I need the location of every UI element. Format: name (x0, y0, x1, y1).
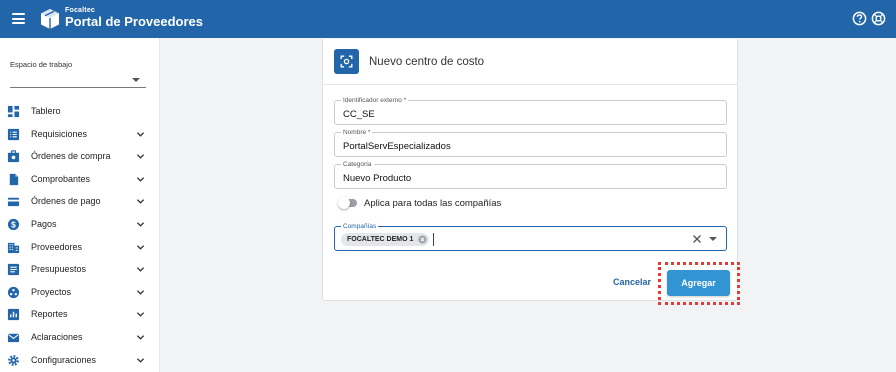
sidebar-item-label: Comprobantes (31, 173, 91, 184)
external-id-label: Identificador externo * (341, 97, 409, 105)
sidebar-item-label: Órdenes de compra (31, 151, 111, 162)
sidebar: Espacio de trabajo Tablero Requisiciones… (0, 38, 160, 372)
scan-focus-icon (334, 49, 359, 74)
support-icon[interactable] (871, 11, 886, 26)
card-header: Nuevo centro de costo (323, 39, 737, 85)
sidebar-item-label: Proyectos (31, 286, 72, 297)
external-id-value: CC_SE (343, 109, 375, 120)
dashboard-icon (7, 105, 20, 118)
chevron-down-icon (136, 357, 145, 363)
projects-icon (7, 286, 20, 298)
help-icon[interactable] (852, 11, 867, 26)
reports-icon (7, 309, 20, 321)
sidebar-item-label: Pagos (31, 218, 57, 229)
sidebar-item-ordenes-pago[interactable]: Órdenes de pago (0, 190, 160, 213)
brand-subtitle: Focaltec (65, 7, 95, 14)
workspace-label: Espacio de trabajo (10, 60, 73, 69)
gear-icon (8, 354, 19, 366)
external-id-field[interactable]: Identificador externo * CC_SE (334, 97, 727, 125)
chevron-down-icon (136, 267, 145, 272)
text-cursor (433, 233, 434, 246)
menu-icon[interactable] (12, 13, 25, 24)
dollar-icon: $ (7, 218, 20, 231)
sidebar-item-label: Tablero (31, 106, 61, 116)
sidebar-item-ordenes-compra[interactable]: Órdenes de compra (0, 145, 160, 168)
chip-remove-icon[interactable] (418, 235, 427, 244)
company-chip-label: FOCALTEC DEMO 1 (347, 236, 414, 243)
top-bar: Focaltec Portal de Proveedores (0, 0, 896, 38)
name-label: Nombre * (341, 129, 373, 137)
sidebar-item-requisiciones[interactable]: Requisiciones (0, 123, 160, 146)
category-label: Categoría (341, 161, 374, 169)
chevron-down-icon (136, 222, 145, 227)
sidebar-item-aclaraciones[interactable]: Aclaraciones (0, 326, 160, 349)
logo-icon (41, 9, 59, 29)
budget-icon (7, 264, 20, 276)
sidebar-item-label: Reportes (31, 309, 68, 320)
sidebar-item-reportes[interactable]: Reportes (0, 303, 160, 326)
category-value: Nuevo Producto (343, 173, 412, 184)
company-chip[interactable]: FOCALTEC DEMO 1 (341, 233, 430, 246)
name-field[interactable]: Nombre * PortalServEspecializados (334, 129, 727, 157)
sidebar-item-pagos[interactable]: $ Pagos (0, 213, 160, 236)
chevron-down-icon (136, 244, 145, 250)
chevron-down-icon (136, 312, 145, 318)
sidebar-item-proyectos[interactable]: Proyectos (0, 281, 160, 304)
list-icon (7, 128, 20, 140)
brand-title: Portal de Proveedores (65, 14, 203, 29)
cost-center-form-card: Nuevo centro de costo Identificador exte… (322, 39, 740, 305)
sidebar-item-label: Proveedores (31, 241, 83, 252)
sidebar-item-label: Órdenes de pago (31, 196, 101, 207)
all-companies-toggle[interactable] (338, 197, 357, 209)
sidebar-item-proveedores[interactable]: Proveedores (0, 236, 160, 259)
chevron-down-icon (136, 289, 145, 295)
chevron-down-icon (136, 335, 145, 340)
chevron-down-icon (136, 154, 145, 159)
dropdown-caret-icon[interactable] (709, 237, 717, 241)
name-value: PortalServEspecializados (343, 141, 451, 152)
clear-icon[interactable] (692, 234, 702, 244)
chevron-down-icon (136, 199, 145, 205)
purchase-order-icon (7, 150, 20, 163)
form-title: Nuevo centro de costo (369, 56, 485, 68)
companies-field[interactable]: Compañías FOCALTEC DEMO 1 (334, 223, 727, 251)
all-companies-label: Aplica para todas las compañías (364, 198, 502, 209)
sidebar-item-label: Aclaraciones (31, 331, 83, 342)
mail-icon (7, 333, 20, 343)
chevron-down-icon (136, 177, 145, 182)
sidebar-item-comprobantes[interactable]: Comprobantes (0, 168, 160, 191)
caret-down-icon (132, 78, 140, 82)
sidebar-item-configuraciones[interactable]: Configuraciones (0, 349, 160, 372)
sidebar-item-tablero[interactable]: Tablero (0, 100, 160, 123)
svg-text:$: $ (11, 219, 16, 229)
add-button-highlight: Agregar (658, 262, 740, 305)
toggle-knob (338, 197, 350, 209)
sidebar-nav: Tablero Requisiciones Órdenes de compra … (0, 100, 160, 371)
sidebar-item-label: Requisiciones (31, 128, 88, 139)
sidebar-item-label: Configuraciones (31, 354, 97, 365)
sidebar-item-presupuestos[interactable]: Presupuestos (0, 258, 160, 281)
document-icon (9, 173, 19, 185)
building-icon (7, 242, 20, 253)
companies-label: Compañías (341, 223, 379, 231)
chevron-down-icon (136, 131, 145, 137)
category-field[interactable]: Categoría Nuevo Producto (334, 161, 727, 189)
sidebar-item-label: Presupuestos (31, 264, 87, 275)
add-button[interactable]: Agregar (667, 270, 730, 296)
card-icon (7, 198, 20, 207)
brand: Focaltec Portal de Proveedores (65, 7, 203, 28)
cancel-button[interactable]: Cancelar (613, 277, 651, 287)
workspace-select[interactable] (10, 74, 146, 88)
